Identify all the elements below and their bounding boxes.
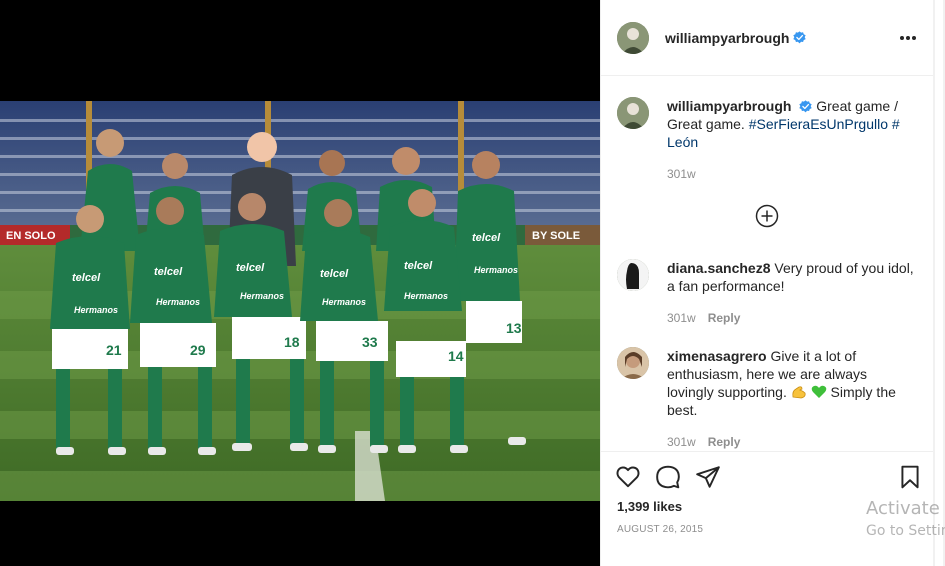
jersey-number-4: 33 [362,334,378,350]
sponsor-sub-1: Hermanos [74,305,118,315]
sponsor-text-1: telcel [72,272,101,284]
author-username[interactable]: williampyarbrough [665,30,789,46]
sponsor-sub-4: Hermanos [322,297,366,307]
more-dot [912,36,916,40]
commenter-avatar[interactable] [617,259,649,291]
post-side-panel: williampyarbrough williampyarbrough Grea… [600,0,934,566]
scrollbar-thumb[interactable] [935,0,943,566]
comment-timestamp[interactable]: 301w [667,311,696,325]
caption-meta: 301w [667,165,917,183]
caption-body: williampyarbrough Great game / Great gam… [667,97,917,183]
comment-username[interactable]: diana.sanchez8 [667,260,771,276]
sponsor-sub-5: Hermanos [404,291,448,301]
plus-circle-icon[interactable] [755,204,779,228]
caption-username[interactable]: williampyarbrough [667,98,791,114]
heart-icon[interactable] [615,464,641,490]
comments-list[interactable]: williampyarbrough Great game / Great gam… [601,77,934,451]
sponsor-text-5: telcel [404,260,433,272]
caption-timestamp[interactable]: 301w [667,167,696,181]
comment-meta: 301w Reply [667,433,917,451]
comment-meta: 301w Reply [667,309,917,327]
more-options-icon[interactable] [898,28,918,48]
green-heart-emoji [811,385,827,399]
flexed-biceps-emoji [791,385,807,399]
instagram-post-modal: EN SOLO BY SOLE 13 21 29 18 33 14 telcel… [0,0,945,566]
banner-right-text: BY SOLE [532,230,580,242]
comment-body: ximenasagrero Give it a lot of enthusias… [667,347,917,451]
jersey-number-2: 29 [190,342,206,358]
comment-item: ximenasagrero Give it a lot of enthusias… [617,347,917,451]
sponsor-text-6: telcel [472,232,501,244]
sponsor-sub-6: Hermanos [474,265,518,275]
comment-item: diana.sanchez8 Very proud of you idol, a… [617,259,917,327]
banner-left-text: EN SOLO [6,230,56,242]
hashtag-link[interactable]: #SerFieraEsUnPrgullo [749,116,888,132]
post-media-panel: EN SOLO BY SOLE 13 21 29 18 33 14 telcel… [0,0,600,566]
sponsor-sub-2: Hermanos [156,297,200,307]
comment-body: diana.sanchez8 Very proud of you idol, a… [667,259,917,327]
watermark-line-1: Activate Windows [866,498,945,519]
avatar-image [617,21,649,54]
avatar-image [617,259,649,291]
jersey-number-1: 21 [106,342,122,358]
author-avatar[interactable] [617,21,649,54]
avatar-image [617,97,649,129]
team-photo[interactable]: EN SOLO BY SOLE 13 21 29 18 33 14 telcel… [0,101,600,501]
more-dot [900,36,904,40]
jersey-number-6: 13 [506,320,522,336]
comment-icon[interactable] [655,464,681,490]
jersey-number-3: 18 [284,334,300,350]
caption-avatar[interactable] [617,97,649,129]
bookmark-icon[interactable] [897,464,923,490]
likes-count[interactable]: 1,399 likes [617,499,682,514]
more-dot [906,36,910,40]
post-date[interactable]: August 26, 2015 [617,524,703,535]
post-header: williampyarbrough [601,0,934,76]
jersey-number-5: 14 [448,348,464,364]
comment-username[interactable]: ximenasagrero [667,348,767,364]
reply-button[interactable]: Reply [708,311,741,325]
sponsor-text-3: telcel [236,262,265,274]
verified-badge-icon [799,100,813,113]
caption-comment: williampyarbrough Great game / Great gam… [617,97,917,183]
paper-plane-icon[interactable] [695,464,721,490]
page-scrollbar[interactable] [933,0,945,566]
sponsor-text-2: telcel [154,266,183,278]
watermark-line-2: Go to Settings to activate Windows. [866,523,945,539]
avatar-image [617,347,649,379]
team-photo-image: EN SOLO BY SOLE 13 21 29 18 33 14 telcel… [0,101,600,501]
windows-activation-watermark: Activate Windows Go to Settings to activ… [866,498,945,541]
verified-badge-icon [793,31,807,44]
reply-button[interactable]: Reply [708,435,741,449]
sponsor-sub-3: Hermanos [240,291,284,301]
commenter-avatar[interactable] [617,347,649,379]
sponsor-text-4: telcel [320,268,349,280]
comment-timestamp[interactable]: 301w [667,435,696,449]
